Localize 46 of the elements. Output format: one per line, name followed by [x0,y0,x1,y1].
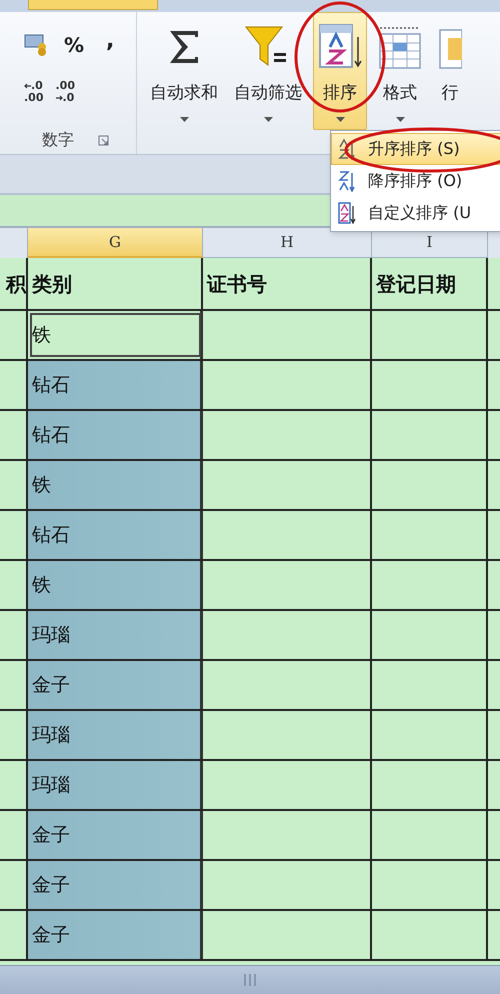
ribbon-button[interactable]: 行 [433,12,467,130]
table-cell[interactable]: 玛瑙 [28,711,203,759]
caret-icon [264,116,272,122]
grip-icon [243,973,257,987]
dialog-launcher-icon[interactable] [98,134,109,146]
sort-icon [318,23,362,71]
ribbon-tab[interactable] [28,0,158,10]
ribbon-button[interactable]: 格式 [373,12,427,130]
table-header-cell: 登记日期 [372,258,488,309]
menu-item[interactable]: 自定义排序 (U [331,197,500,229]
table-header-cell: 证书号 [203,258,372,309]
table-cell[interactable]: 金子 [28,811,203,859]
ribbon-button[interactable]: 排序 [313,12,367,130]
decrease-decimal-button[interactable]: .00 .0 [56,80,75,104]
caret-icon [396,116,404,122]
table-cell[interactable]: 金子 [28,661,203,709]
arrow-right-icon [56,95,62,101]
column-header[interactable] [0,228,28,258]
menu-item[interactable]: 升序排序 (S) [331,133,500,165]
percent-style-button[interactable]: % [64,30,84,60]
comma-style-button[interactable]: , [106,30,114,60]
arrow-left-icon [24,83,31,89]
ribbon-button[interactable]: 自动筛选 [229,12,307,130]
table-cell[interactable]: 钻石 [28,361,203,409]
sort-descending-icon [338,170,356,192]
table-header-cell: 类别 [28,258,203,309]
table-cell[interactable]: 铁 [28,461,203,509]
increase-decimal-button[interactable]: .0 .00 [24,80,44,104]
table-cell[interactable]: 铁 [28,311,203,359]
column-header[interactable]: H [203,228,372,258]
table-cell[interactable]: 金子 [28,911,203,959]
table-cell[interactable]: 金子 [28,861,203,909]
horizontal-scrollbar[interactable] [0,965,500,994]
table-cell[interactable]: 钻石 [28,511,203,559]
caret-icon [180,116,188,122]
caret-icon [336,116,344,122]
custom-sort-icon [338,202,356,224]
menu-item[interactable]: 降序排序 (O) [331,165,500,197]
table-cell[interactable]: 钻石 [28,411,203,459]
table-cell[interactable]: 玛瑙 [28,761,203,809]
group-label: 数字 [42,129,74,151]
ribbon-button[interactable]: 自动求和 [145,12,223,130]
table-cell[interactable]: 玛瑙 [28,611,203,659]
sort-ascending-icon [338,138,356,160]
table-cell[interactable]: 铁 [28,561,203,609]
column-header[interactable]: G [28,228,203,258]
